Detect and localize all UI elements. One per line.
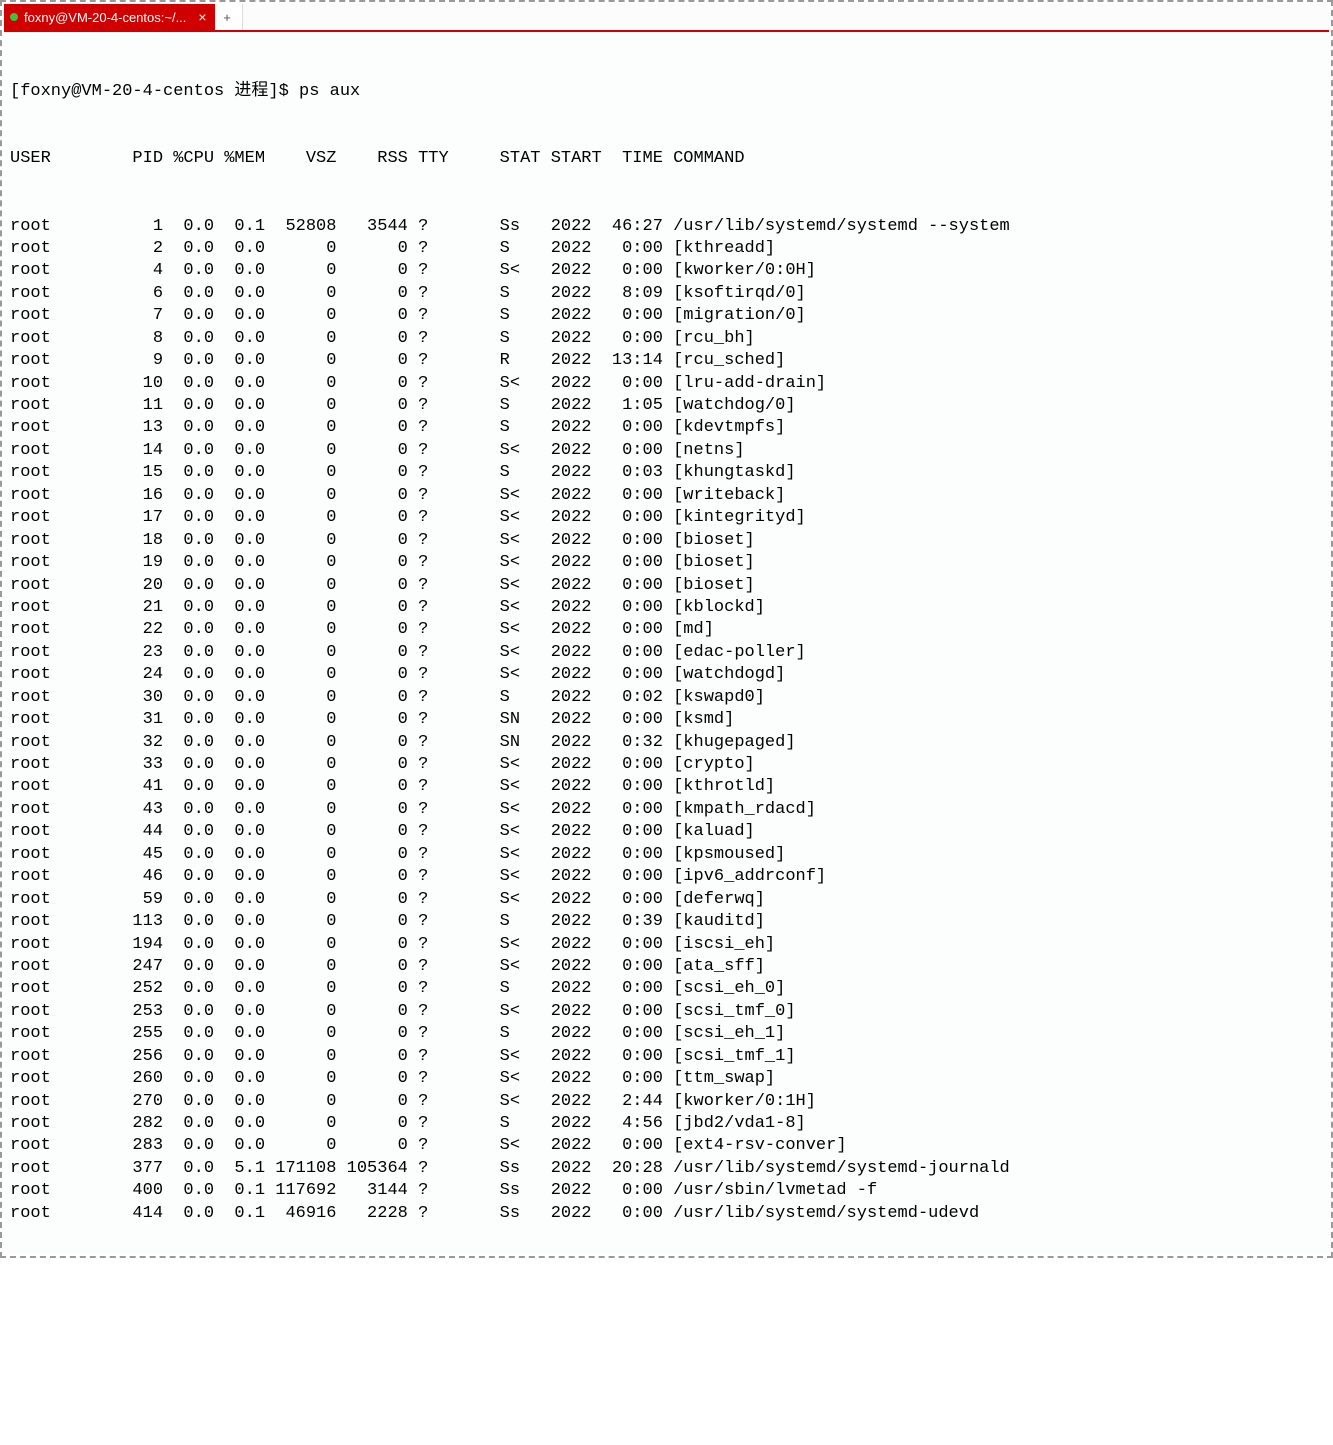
plus-icon: + — [223, 10, 231, 25]
process-row: root 414 0.0 0.1 46916 2228 ? Ss 2022 0:… — [10, 1203, 1323, 1225]
process-row: root 9 0.0 0.0 0 0 ? R 2022 13:14 [rcu_s… — [10, 350, 1323, 372]
new-tab-button[interactable]: + — [215, 4, 243, 30]
tab-title: foxny@VM-20-4-centos:~/... — [24, 10, 186, 25]
process-row: root 252 0.0 0.0 0 0 ? S 2022 0:00 [scsi… — [10, 978, 1323, 1000]
process-row: root 6 0.0 0.0 0 0 ? S 2022 8:09 [ksofti… — [10, 283, 1323, 305]
process-row: root 283 0.0 0.0 0 0 ? S< 2022 0:00 [ext… — [10, 1135, 1323, 1157]
terminal-output[interactable]: [foxny@VM-20-4-centos 进程]$ ps aux USER P… — [4, 32, 1329, 1254]
process-row: root 33 0.0 0.0 0 0 ? S< 2022 0:00 [cryp… — [10, 754, 1323, 776]
process-row: root 247 0.0 0.0 0 0 ? S< 2022 0:00 [ata… — [10, 956, 1323, 978]
process-row: root 30 0.0 0.0 0 0 ? S 2022 0:02 [kswap… — [10, 687, 1323, 709]
command: ps aux — [299, 82, 360, 101]
prompt-line: [foxny@VM-20-4-centos 进程]$ ps aux — [10, 81, 1323, 103]
prompt: [foxny@VM-20-4-centos 进程]$ — [10, 82, 299, 101]
tab-active[interactable]: foxny@VM-20-4-centos:~/... × — [4, 4, 215, 30]
process-row: root 17 0.0 0.0 0 0 ? S< 2022 0:00 [kint… — [10, 507, 1323, 529]
process-row: root 113 0.0 0.0 0 0 ? S 2022 0:39 [kaud… — [10, 911, 1323, 933]
close-icon[interactable]: × — [198, 9, 206, 25]
process-row: root 32 0.0 0.0 0 0 ? SN 2022 0:32 [khug… — [10, 732, 1323, 754]
process-row: root 20 0.0 0.0 0 0 ? S< 2022 0:00 [bios… — [10, 575, 1323, 597]
process-row: root 59 0.0 0.0 0 0 ? S< 2022 0:00 [defe… — [10, 889, 1323, 911]
status-dot-icon — [10, 13, 18, 21]
process-row: root 4 0.0 0.0 0 0 ? S< 2022 0:00 [kwork… — [10, 260, 1323, 282]
process-row: root 24 0.0 0.0 0 0 ? S< 2022 0:00 [watc… — [10, 664, 1323, 686]
process-row: root 282 0.0 0.0 0 0 ? S 2022 4:56 [jbd2… — [10, 1113, 1323, 1135]
process-row: root 7 0.0 0.0 0 0 ? S 2022 0:00 [migrat… — [10, 305, 1323, 327]
process-row: root 2 0.0 0.0 0 0 ? S 2022 0:00 [kthrea… — [10, 238, 1323, 260]
process-row: root 8 0.0 0.0 0 0 ? S 2022 0:00 [rcu_bh… — [10, 328, 1323, 350]
process-row: root 270 0.0 0.0 0 0 ? S< 2022 2:44 [kwo… — [10, 1091, 1323, 1113]
process-row: root 1 0.0 0.1 52808 3544 ? Ss 2022 46:2… — [10, 216, 1323, 238]
process-row: root 194 0.0 0.0 0 0 ? S< 2022 0:00 [isc… — [10, 934, 1323, 956]
ps-body: root 1 0.0 0.1 52808 3544 ? Ss 2022 46:2… — [10, 216, 1323, 1226]
process-row: root 31 0.0 0.0 0 0 ? SN 2022 0:00 [ksmd… — [10, 709, 1323, 731]
process-row: root 10 0.0 0.0 0 0 ? S< 2022 0:00 [lru-… — [10, 373, 1323, 395]
process-row: root 16 0.0 0.0 0 0 ? S< 2022 0:00 [writ… — [10, 485, 1323, 507]
process-row: root 41 0.0 0.0 0 0 ? S< 2022 0:00 [kthr… — [10, 776, 1323, 798]
process-row: root 377 0.0 5.1 171108 105364 ? Ss 2022… — [10, 1158, 1323, 1180]
process-row: root 22 0.0 0.0 0 0 ? S< 2022 0:00 [md] — [10, 619, 1323, 641]
process-row: root 43 0.0 0.0 0 0 ? S< 2022 0:00 [kmpa… — [10, 799, 1323, 821]
process-row: root 15 0.0 0.0 0 0 ? S 2022 0:03 [khung… — [10, 462, 1323, 484]
process-row: root 18 0.0 0.0 0 0 ? S< 2022 0:00 [bios… — [10, 530, 1323, 552]
ps-header-row: USER PID %CPU %MEM VSZ RSS TTY STAT STAR… — [10, 148, 1323, 170]
process-row: root 255 0.0 0.0 0 0 ? S 2022 0:00 [scsi… — [10, 1023, 1323, 1045]
tab-bar: foxny@VM-20-4-centos:~/... × + — [4, 4, 1329, 32]
process-row: root 21 0.0 0.0 0 0 ? S< 2022 0:00 [kblo… — [10, 597, 1323, 619]
process-row: root 14 0.0 0.0 0 0 ? S< 2022 0:00 [netn… — [10, 440, 1323, 462]
process-row: root 11 0.0 0.0 0 0 ? S 2022 1:05 [watch… — [10, 395, 1323, 417]
process-row: root 45 0.0 0.0 0 0 ? S< 2022 0:00 [kpsm… — [10, 844, 1323, 866]
process-row: root 44 0.0 0.0 0 0 ? S< 2022 0:00 [kalu… — [10, 821, 1323, 843]
process-row: root 46 0.0 0.0 0 0 ? S< 2022 0:00 [ipv6… — [10, 866, 1323, 888]
process-row: root 260 0.0 0.0 0 0 ? S< 2022 0:00 [ttm… — [10, 1068, 1323, 1090]
process-row: root 256 0.0 0.0 0 0 ? S< 2022 0:00 [scs… — [10, 1046, 1323, 1068]
process-row: root 13 0.0 0.0 0 0 ? S 2022 0:00 [kdevt… — [10, 417, 1323, 439]
process-row: root 253 0.0 0.0 0 0 ? S< 2022 0:00 [scs… — [10, 1001, 1323, 1023]
process-row: root 400 0.0 0.1 117692 3144 ? Ss 2022 0… — [10, 1180, 1323, 1202]
process-row: root 23 0.0 0.0 0 0 ? S< 2022 0:00 [edac… — [10, 642, 1323, 664]
process-row: root 19 0.0 0.0 0 0 ? S< 2022 0:00 [bios… — [10, 552, 1323, 574]
